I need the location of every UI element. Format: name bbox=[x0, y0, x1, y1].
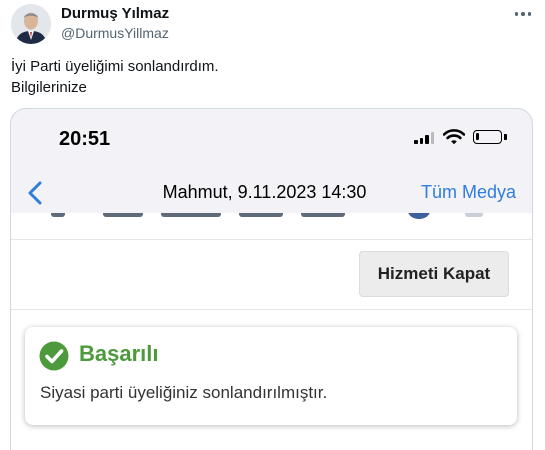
tweet-text-line: Bilgilerinize bbox=[11, 79, 87, 96]
divider bbox=[11, 239, 532, 240]
more-dot-icon bbox=[527, 12, 532, 16]
more-dot-icon bbox=[521, 12, 525, 16]
cellular-signal-icon bbox=[414, 132, 434, 144]
photo-content: Hizmeti Kapat Başarılı Siyasi parti üyel… bbox=[11, 213, 532, 450]
tweet-text-line: İyi Parti üyeliğimi sonlandırdım. bbox=[11, 58, 219, 75]
tweet-text: İyi Parti üyeliğimi sonlandırdım. Bilgil… bbox=[11, 56, 219, 98]
phone-status-bar: 20:51 bbox=[11, 109, 532, 163]
alert-title: Başarılı bbox=[79, 341, 159, 366]
wifi-icon bbox=[443, 129, 465, 145]
battery-cap bbox=[504, 134, 507, 140]
more-dot-icon bbox=[514, 12, 519, 16]
check-circle-icon bbox=[39, 341, 69, 371]
close-service-button[interactable]: Hizmeti Kapat bbox=[359, 251, 509, 297]
scrolled-off-header bbox=[11, 213, 532, 231]
user-handle[interactable]: @DurmusYillmaz bbox=[61, 25, 169, 41]
alert-message: Siyasi parti üyeliğiniz sonlandırılmıştı… bbox=[40, 383, 328, 402]
display-name[interactable]: Durmuş Yılmaz bbox=[61, 5, 169, 22]
attached-screenshot[interactable]: 20:51 Mahmut, 9.11.2023 14:30 Tüm Medya bbox=[10, 108, 533, 450]
more-options-button[interactable] bbox=[509, 4, 537, 24]
battery-level bbox=[476, 133, 479, 140]
navigation-bar: Mahmut, 9.11.2023 14:30 Tüm Medya bbox=[11, 169, 532, 213]
divider bbox=[11, 309, 532, 310]
avatar[interactable] bbox=[11, 4, 51, 44]
status-time: 20:51 bbox=[59, 128, 111, 150]
success-alert: Başarılı Siyasi parti üyeliğiniz sonland… bbox=[25, 327, 517, 425]
battery-icon bbox=[473, 130, 502, 144]
all-media-link[interactable]: Tüm Medya bbox=[421, 182, 516, 203]
